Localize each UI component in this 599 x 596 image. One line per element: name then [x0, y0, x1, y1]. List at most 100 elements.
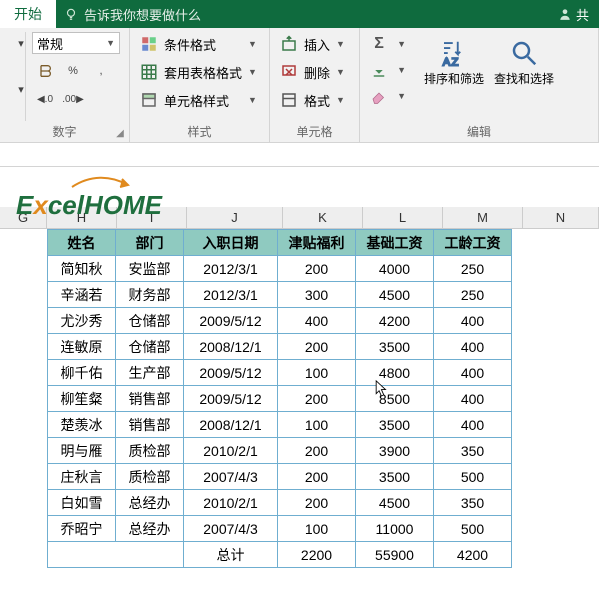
cell[interactable]: 3500	[356, 412, 434, 438]
col-header[interactable]: L	[363, 207, 443, 228]
cell[interactable]: 2007/4/3	[184, 464, 278, 490]
cell[interactable]: 2009/5/12	[184, 308, 278, 334]
cell[interactable]: 楚羡冰	[48, 412, 116, 438]
cell[interactable]: 100	[278, 412, 356, 438]
cell[interactable]: 乔昭宁	[48, 516, 116, 542]
cell[interactable]: 350	[434, 490, 512, 516]
data-table[interactable]: 姓名 部门 入职日期 津贴福利 基础工资 工龄工资 简知秋安监部2012/3/1…	[47, 229, 512, 568]
cell[interactable]: 400	[434, 412, 512, 438]
cell[interactable]: 财务部	[116, 282, 184, 308]
format-as-table-button[interactable]: 套用表格格式 ▼	[138, 60, 259, 84]
format-button[interactable]: 格式 ▼	[278, 88, 347, 112]
th-base[interactable]: 基础工资	[356, 230, 434, 256]
cell[interactable]: 安监部	[116, 256, 184, 282]
decrease-decimal-button[interactable]: .00▶	[60, 88, 86, 110]
col-header[interactable]: J	[187, 207, 283, 228]
cell[interactable]: 300	[278, 282, 356, 308]
cell[interactable]: 3500	[356, 334, 434, 360]
cell[interactable]: 200	[278, 386, 356, 412]
insert-button[interactable]: 插入 ▼	[278, 32, 347, 56]
cell[interactable]: 庄秋言	[48, 464, 116, 490]
th-hiredate[interactable]: 入职日期	[184, 230, 278, 256]
cell[interactable]: 尤沙秀	[48, 308, 116, 334]
cell[interactable]: 明与雁	[48, 438, 116, 464]
cell[interactable]: 辛涵若	[48, 282, 116, 308]
cell-styles-button[interactable]: 单元格样式 ▼	[138, 88, 259, 112]
percent-button[interactable]: %	[60, 60, 86, 82]
cell[interactable]: 500	[434, 516, 512, 542]
cell[interactable]: 100	[278, 516, 356, 542]
th-dept[interactable]: 部门	[116, 230, 184, 256]
cell[interactable]: 400	[434, 386, 512, 412]
cell[interactable]: 销售部	[116, 412, 184, 438]
cell[interactable]: 连敏原	[48, 334, 116, 360]
cell[interactable]: 400	[434, 334, 512, 360]
total-allowance[interactable]: 2200	[278, 542, 356, 568]
cell[interactable]: 2010/2/1	[184, 438, 278, 464]
cell[interactable]: 4200	[356, 308, 434, 334]
cell[interactable]: 4500	[356, 490, 434, 516]
cell[interactable]: 简知秋	[48, 256, 116, 282]
cell[interactable]: 质检部	[116, 464, 184, 490]
cell[interactable]: 100	[278, 360, 356, 386]
cell[interactable]: 总经办	[116, 490, 184, 516]
col-header[interactable]: N	[523, 207, 599, 228]
cell[interactable]: 2010/2/1	[184, 490, 278, 516]
cell[interactable]: 200	[278, 438, 356, 464]
worksheet[interactable]: G H I J K L M N 姓名 部门 入职日期 津贴福利 基础工资 工龄工…	[0, 207, 599, 229]
cell[interactable]: 8500	[356, 386, 434, 412]
fill-button[interactable]: ▼	[368, 58, 408, 82]
cell[interactable]: 2008/12/1	[184, 412, 278, 438]
cell[interactable]: 2012/3/1	[184, 256, 278, 282]
cell[interactable]: 2008/12/1	[184, 334, 278, 360]
cell[interactable]: 总经办	[116, 516, 184, 542]
cell[interactable]: 柳笙粲	[48, 386, 116, 412]
sort-filter-button[interactable]: AZ 排序和筛选	[424, 32, 484, 87]
cell[interactable]: 11000	[356, 516, 434, 542]
cell[interactable]: 2012/3/1	[184, 282, 278, 308]
dialog-launcher-icon[interactable]: ◢	[113, 126, 127, 140]
cell[interactable]: 350	[434, 438, 512, 464]
total-label[interactable]: 总计	[184, 542, 278, 568]
comma-button[interactable]: ,	[88, 60, 114, 82]
autosum-button[interactable]: Σ ▼	[368, 32, 408, 56]
col-header[interactable]: M	[443, 207, 523, 228]
th-allowance[interactable]: 津贴福利	[278, 230, 356, 256]
cell[interactable]: 400	[278, 308, 356, 334]
cell[interactable]: 4800	[356, 360, 434, 386]
cell[interactable]: 2009/5/12	[184, 360, 278, 386]
cell[interactable]: 柳千佑	[48, 360, 116, 386]
tell-me-box[interactable]: 告诉我你想要做什么	[64, 5, 201, 24]
border-split-2[interactable]: ▾	[8, 78, 34, 100]
cell[interactable]: 仓储部	[116, 334, 184, 360]
cell[interactable]: 仓储部	[116, 308, 184, 334]
tab-home[interactable]: 开始	[0, 0, 56, 28]
cell[interactable]: 200	[278, 490, 356, 516]
th-name[interactable]: 姓名	[48, 230, 116, 256]
cell[interactable]: 白如雪	[48, 490, 116, 516]
clear-button[interactable]: ▼	[368, 84, 408, 108]
cell[interactable]: 2009/5/12	[184, 386, 278, 412]
cell[interactable]: 3900	[356, 438, 434, 464]
formula-bar[interactable]	[0, 143, 599, 167]
accounting-button[interactable]	[32, 60, 58, 82]
cell[interactable]: 200	[278, 256, 356, 282]
share-button[interactable]: 共	[548, 5, 599, 24]
cell[interactable]: 质检部	[116, 438, 184, 464]
find-select-button[interactable]: 查找和选择	[494, 32, 554, 87]
cell[interactable]: 250	[434, 256, 512, 282]
cell[interactable]: 销售部	[116, 386, 184, 412]
cell[interactable]: 200	[278, 334, 356, 360]
cell[interactable]: 生产部	[116, 360, 184, 386]
cell[interactable]: 400	[434, 308, 512, 334]
cell[interactable]: 200	[278, 464, 356, 490]
cell[interactable]: 3500	[356, 464, 434, 490]
cell[interactable]: 4500	[356, 282, 434, 308]
cell[interactable]: 4000	[356, 256, 434, 282]
conditional-formatting-button[interactable]: 条件格式 ▼	[138, 32, 259, 56]
cell[interactable]: 400	[434, 360, 512, 386]
cell[interactable]: 2007/4/3	[184, 516, 278, 542]
total-seniority[interactable]: 4200	[434, 542, 512, 568]
total-base[interactable]: 55900	[356, 542, 434, 568]
increase-decimal-button[interactable]: ◀.0	[32, 88, 58, 110]
